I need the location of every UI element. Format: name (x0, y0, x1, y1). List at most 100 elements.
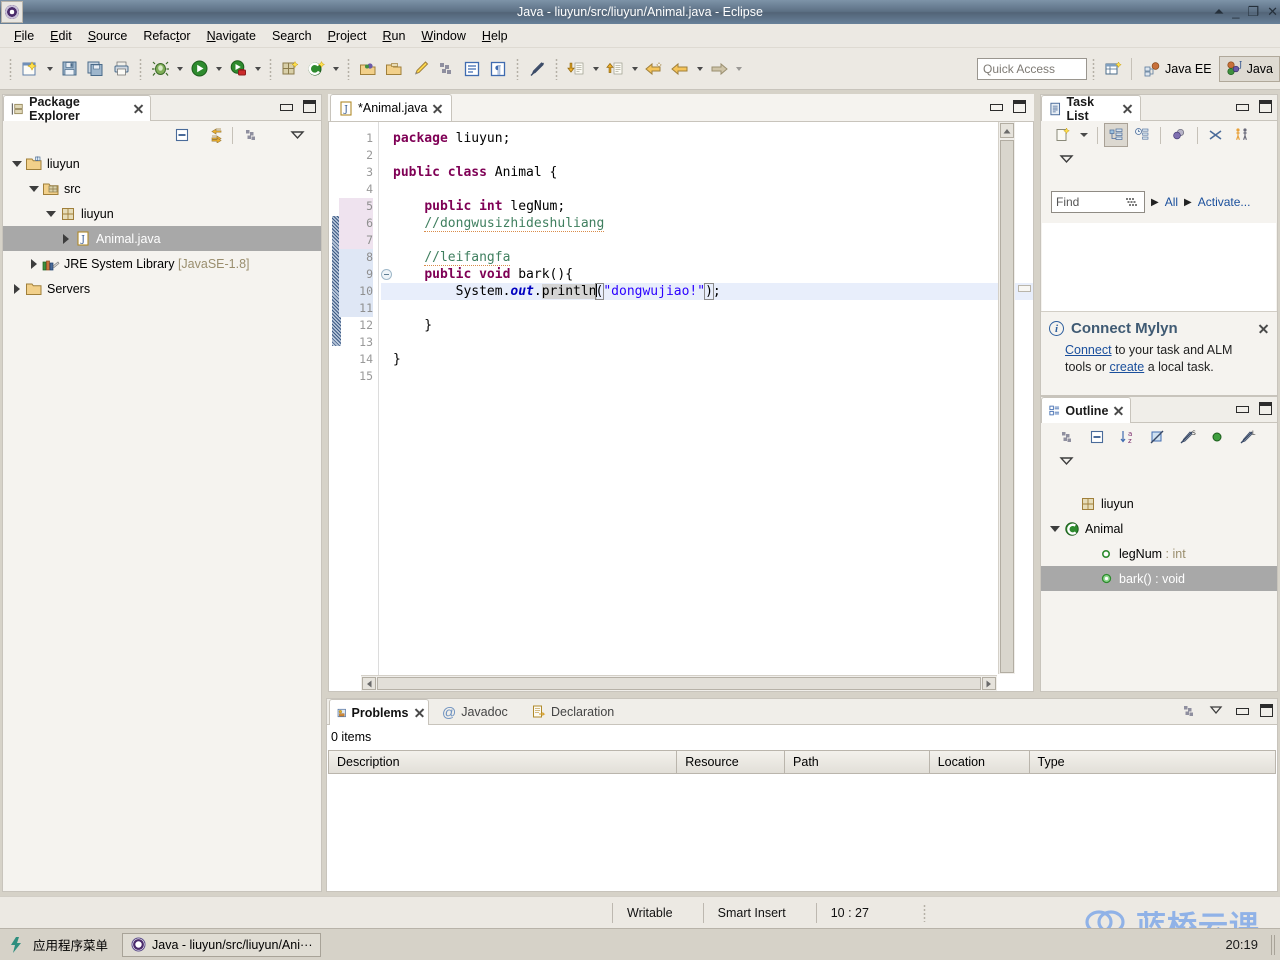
taskbar-window-eclipse[interactable]: Java - liuyun/src/liuyun/Ani··· (122, 932, 322, 957)
collapse-all-icon[interactable] (1085, 425, 1109, 449)
scroll-left-button[interactable] (362, 677, 376, 690)
forward-dropdown-icon[interactable] (732, 56, 745, 82)
toolbar-grip[interactable] (9, 57, 12, 80)
run-icon[interactable] (186, 56, 212, 82)
hide-local-types-icon[interactable]: L (1235, 425, 1259, 449)
chevron-right-icon[interactable] (26, 259, 42, 269)
tab-declaration[interactable]: Declaration (525, 699, 621, 725)
menu-search[interactable]: Search (264, 26, 320, 46)
skip-all-breakpoints-icon[interactable] (433, 56, 459, 82)
scheduled-mode-icon[interactable] (1130, 123, 1154, 147)
minimize-icon[interactable] (1235, 402, 1249, 415)
filter-all-arrow-icon[interactable]: ▶ (1151, 197, 1159, 208)
find-input[interactable]: Find (1051, 191, 1145, 213)
chevron-down-icon[interactable] (26, 186, 42, 192)
collapse-all-icon[interactable] (1204, 123, 1228, 147)
new-editor-window-icon[interactable] (1100, 56, 1126, 82)
toolbar-grip-2[interactable] (139, 57, 142, 80)
app-menu-button[interactable]: 应用程序菜单 (8, 935, 108, 954)
open-task-icon[interactable] (381, 56, 407, 82)
close-icon[interactable] (1258, 323, 1269, 334)
view-menu-icon[interactable] (239, 123, 263, 147)
close-icon[interactable] (133, 103, 143, 114)
run-external-tools-icon[interactable] (225, 56, 251, 82)
menu-run[interactable]: Run (374, 26, 413, 46)
chevron-right-icon[interactable] (9, 284, 25, 294)
tree-item-package-liuyun[interactable]: liuyun (3, 201, 321, 226)
debug-icon[interactable] (147, 56, 173, 82)
hide-fields-icon[interactable] (1145, 425, 1169, 449)
previous-annotation-icon[interactable] (602, 56, 628, 82)
back-icon[interactable] (667, 56, 693, 82)
next-annotation-dropdown-icon[interactable] (589, 56, 602, 82)
minimize-icon[interactable] (1235, 704, 1249, 717)
chevron-down-icon[interactable] (1047, 526, 1063, 532)
close-button[interactable]: ✕ (1267, 3, 1278, 21)
run-external-dropdown-icon[interactable] (251, 56, 264, 82)
maximize-icon[interactable] (1013, 100, 1026, 113)
mylyn-connect-link[interactable]: Connect (1065, 343, 1112, 357)
maximize-icon[interactable] (1259, 100, 1272, 113)
editor-h-scroll-thumb[interactable] (377, 677, 981, 690)
outline-item-bark[interactable]: bark() : void (1041, 566, 1277, 591)
new-java-package-icon[interactable] (277, 56, 303, 82)
debug-dropdown-icon[interactable] (173, 56, 186, 82)
minimize-icon[interactable] (989, 100, 1003, 113)
column-header-path[interactable]: Path (785, 750, 930, 774)
last-edit-location-icon[interactable] (641, 56, 667, 82)
view-dropdown-icon[interactable] (1054, 147, 1078, 171)
mylyn-create-link[interactable]: create (1109, 360, 1144, 374)
menu-source[interactable]: Source (80, 26, 136, 46)
view-menu-icon[interactable] (1182, 704, 1197, 718)
save-all-icon[interactable] (82, 56, 108, 82)
toggle-block-selection-icon[interactable] (459, 56, 485, 82)
line-number-ruler[interactable]: 1 2 3 4 5 6 7 8 9 10 11 12 13 14 15 (339, 122, 379, 691)
minimize-icon[interactable] (279, 100, 293, 113)
perspective-java-ee[interactable]: Java EE (1137, 56, 1219, 82)
new-task-dropdown-icon[interactable] (1077, 123, 1091, 147)
editor-horizontal-scrollbar[interactable] (361, 675, 997, 691)
view-dropdown-icon[interactable] (1054, 449, 1078, 473)
tree-item-animal-java[interactable]: J Animal.java (3, 226, 321, 251)
menu-file[interactable]: File (6, 26, 42, 46)
link-with-editor-icon[interactable] (202, 123, 226, 147)
shade-button[interactable]: ⏶ (1214, 3, 1224, 21)
filter-all-link[interactable]: All (1165, 195, 1178, 209)
editor-body[interactable]: 1 2 3 4 5 6 7 8 9 10 11 12 13 14 15 pack… (328, 121, 1034, 692)
toggle-mark-occurrences-icon[interactable] (407, 56, 433, 82)
toggle-breadcrumb-icon[interactable] (524, 56, 550, 82)
chevron-down-icon[interactable] (9, 161, 25, 167)
scroll-right-button[interactable] (982, 677, 996, 690)
editor-tab-animal-java[interactable]: J *Animal.java (330, 94, 453, 121)
perspective-java[interactable]: J Java (1218, 55, 1280, 82)
minimize-button[interactable]: _ (1232, 3, 1239, 21)
editor-scroll-thumb[interactable] (1000, 140, 1014, 673)
hide-nonpublic-icon[interactable] (1205, 425, 1229, 449)
tab-outline[interactable]: Outline (1041, 397, 1131, 423)
menu-navigate[interactable]: Navigate (199, 26, 264, 46)
task-list-content[interactable] (1042, 223, 1276, 311)
run-dropdown-icon[interactable] (212, 56, 225, 82)
view-dropdown-icon[interactable] (1209, 704, 1223, 718)
focus-on-workweek-icon[interactable] (1167, 123, 1191, 147)
new-java-class-icon[interactable] (303, 56, 329, 82)
column-header-location[interactable]: Location (929, 750, 1030, 774)
status-bar-grip[interactable] (922, 903, 926, 922)
column-header-resource[interactable]: Resource (677, 750, 786, 774)
tree-item-servers[interactable]: Servers (3, 276, 321, 301)
open-type-icon[interactable] (355, 56, 381, 82)
menu-edit[interactable]: Edit (42, 26, 80, 46)
new-task-icon[interactable] (1051, 123, 1075, 147)
view-dropdown-icon[interactable] (285, 123, 309, 147)
maximize-icon[interactable] (1260, 704, 1273, 717)
taskbar-resize-grip[interactable] (1271, 934, 1275, 955)
restore-button[interactable]: ❐ (1247, 3, 1259, 21)
toolbar-grip-6[interactable] (555, 57, 558, 80)
print-icon[interactable] (108, 56, 134, 82)
previous-annotation-dropdown-icon[interactable] (628, 56, 641, 82)
new-java-class-dropdown-icon[interactable] (329, 56, 342, 82)
save-icon[interactable] (56, 56, 82, 82)
collapse-all-icon[interactable] (170, 123, 194, 147)
menu-refactor[interactable]: Refactor (135, 26, 198, 46)
filter-activate-link[interactable]: Activate... (1198, 195, 1251, 209)
